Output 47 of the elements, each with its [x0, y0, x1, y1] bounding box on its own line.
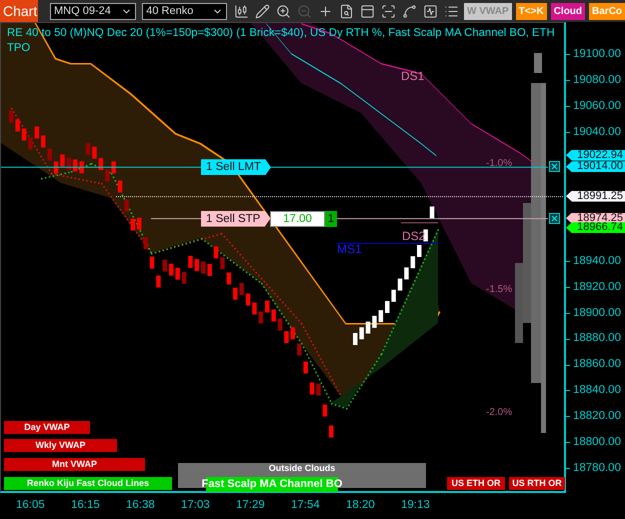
price-tick-label: 19060.00: [566, 100, 621, 112]
time-tick-label: 16:15: [71, 500, 100, 512]
price-marker: 18966.74: [566, 222, 625, 234]
percent-level-label: -1.5%: [486, 285, 512, 295]
cancel-order-icon[interactable]: [549, 212, 560, 224]
time-tick-label: 18:20: [346, 500, 375, 512]
limit-order-label[interactable]: 1 Sell LMT: [201, 159, 271, 176]
time-tick-label: 19:13: [401, 500, 430, 512]
offset-field[interactable]: 17.00: [270, 210, 325, 227]
price-tick-label: 18920.00: [566, 282, 621, 294]
zone-label: DS1: [401, 70, 424, 82]
stop-order-label[interactable]: 1 Sell STP: [201, 210, 270, 227]
price-tick-label: 18940.00: [566, 256, 621, 268]
time-tick-label: 17:29: [236, 500, 265, 512]
price-marker: 18991.25: [566, 190, 625, 202]
cancel-order-icon[interactable]: [549, 161, 560, 172]
price-tick-label: 19040.00: [566, 126, 621, 138]
price-tick-label: 18860.00: [566, 359, 621, 371]
instrument-dropdown[interactable]: MNQ 09-24: [50, 2, 136, 20]
indicator-tag: US ETH OR: [447, 477, 505, 490]
chart-menu-button[interactable]: Chart: [0, 0, 38, 22]
time-tick-label: 16:05: [16, 500, 45, 512]
time-tick-label: 17:54: [291, 500, 320, 512]
indicator-tag: Day VWAP: [4, 421, 90, 434]
price-tick-label: 18840.00: [566, 385, 621, 397]
percent-level-label: -1.0%: [486, 159, 512, 169]
price-tick-label: 18780.00: [566, 462, 621, 474]
price-tick-label: 19080.00: [566, 74, 621, 86]
price-tick-label: 18820.00: [566, 411, 621, 423]
time-tick-label: 16:38: [126, 500, 155, 512]
indicator-tag: US RTH OR: [509, 477, 565, 490]
bar-type-dropdown[interactable]: 40 Renko: [142, 2, 227, 20]
percent-level-label: -2.0%: [486, 408, 512, 418]
price-tick-label: 18900.00: [566, 308, 621, 320]
price-marker: 19022.94: [566, 150, 625, 161]
price-tick-label: 19100.00: [566, 49, 621, 60]
price-tick-label: 18880.00: [566, 333, 621, 345]
indicator-tag: Wkly VWAP: [4, 439, 117, 452]
quantity-label: 1: [325, 210, 337, 227]
indicator-toggle-button[interactable]: Cloud: [550, 2, 586, 20]
time-tick-label: 17:03: [181, 500, 210, 512]
zone-label: MS1: [337, 243, 362, 255]
price-tick-label: 18800.00: [566, 436, 621, 448]
level-line: [400, 222, 438, 224]
indicator-tag: Mnt VWAP: [4, 458, 145, 471]
price-marker: 19014.00: [566, 161, 625, 172]
indicator-tag: Renko Kiju Fast Cloud Lines: [4, 477, 172, 490]
